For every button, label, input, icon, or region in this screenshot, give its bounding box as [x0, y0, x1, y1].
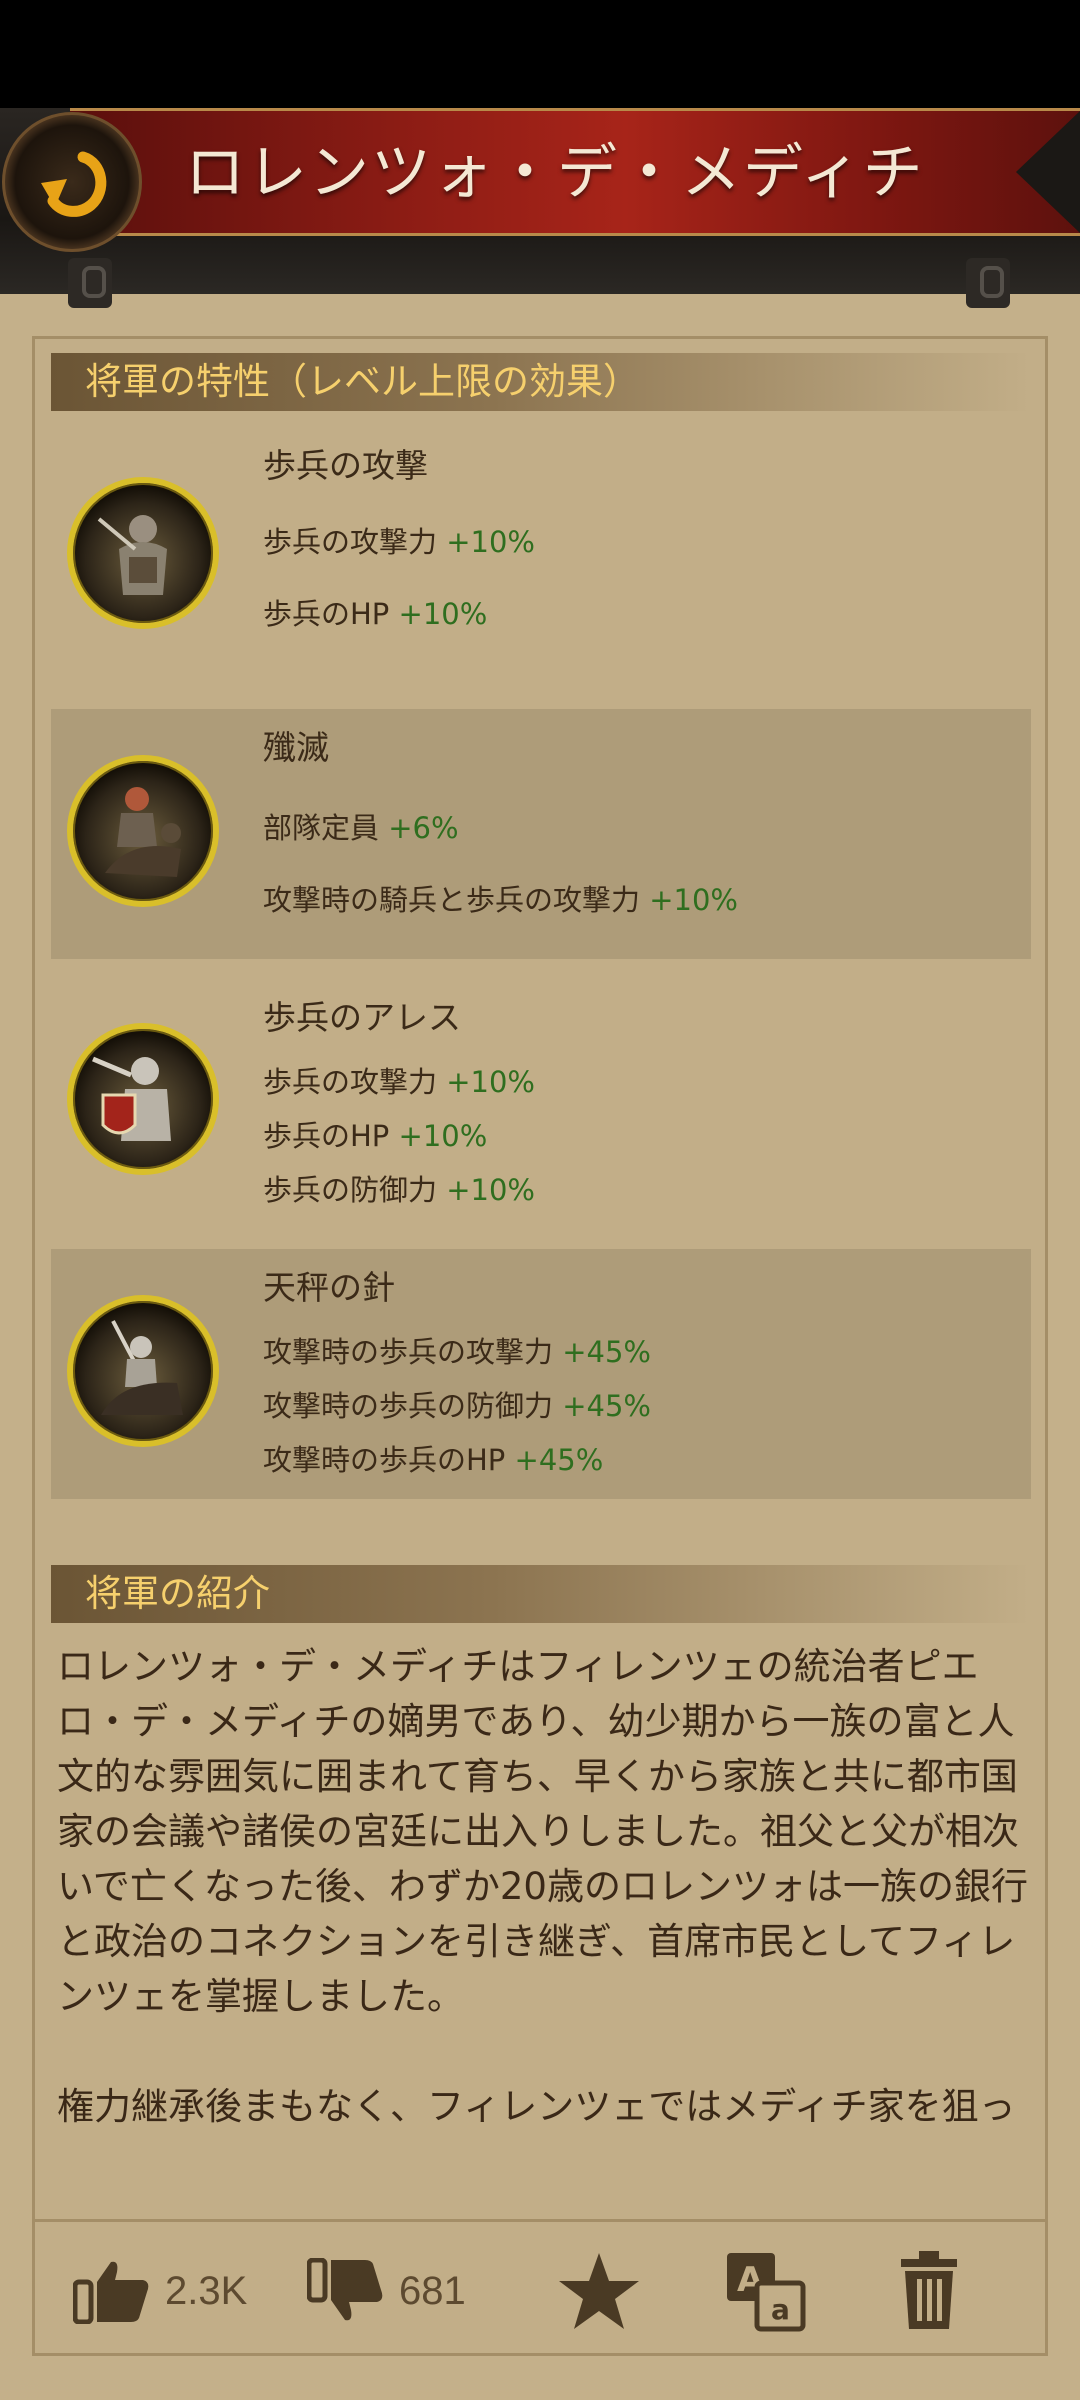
mounted-lancer-icon [101, 1320, 183, 1415]
general-detail-panel[interactable]: 将軍の特性（レベル上限の効果） 歩兵の攻撃 歩兵の攻撃力 +10% 歩兵のHP … [32, 336, 1048, 2356]
action-bar: 2.3K 681 A a [35, 2222, 1045, 2353]
back-arrow-icon [41, 151, 107, 217]
infantry-knight-icon [97, 515, 167, 595]
intro-section-title: 将軍の紹介 [85, 1572, 270, 1615]
trait-stat: 攻撃時の歩兵の防御力 +45% [263, 1389, 651, 1423]
trait-row: 歩兵のアレス 歩兵の攻撃力 +10% 歩兵のHP +10% 歩兵の防御力 +10… [51, 979, 1031, 1229]
trait-portrait [67, 1295, 219, 1447]
trash-icon [901, 2251, 957, 2329]
trait-row: 殲滅 部隊定員 +6% 攻撃時の騎兵と歩兵の攻撃力 +10% [51, 709, 1031, 959]
status-bar [0, 0, 1080, 108]
translate-icon: A a [727, 2253, 806, 2332]
armored-shield-knight-icon [92, 1056, 171, 1141]
cavalry-rider-icon [105, 787, 181, 877]
traits-section-header: 将軍の特性（レベル上限の効果） [51, 353, 1031, 411]
trait-portrait [67, 477, 219, 629]
like-count: 2.3K [165, 2268, 248, 2313]
traits-section-title: 将軍の特性（レベル上限の効果） [85, 360, 640, 403]
banner-hook-right [966, 258, 1010, 308]
back-button[interactable] [2, 112, 142, 252]
trait-stat: 歩兵のHP +10% [263, 1119, 488, 1153]
delete-button[interactable] [897, 2251, 961, 2329]
dislike-count: 681 [399, 2268, 466, 2313]
trait-row: 天秤の針 攻撃時の歩兵の攻撃力 +45% 攻撃時の歩兵の防御力 +45% 攻撃時… [51, 1249, 1031, 1499]
star-icon [559, 2253, 639, 2329]
trait-stat: 攻撃時の騎兵と歩兵の攻撃力 +10% [263, 883, 738, 917]
trait-name: 殲滅 [263, 728, 329, 767]
header: ロレンツォ・デ・メディチ [0, 108, 1080, 308]
intro-section-header: 将軍の紹介 [51, 1565, 1031, 1623]
trait-portrait [67, 1023, 219, 1175]
trait-name: 歩兵の攻撃 [263, 446, 428, 485]
trait-stat: 部隊定員 +6% [263, 811, 459, 845]
trait-stat: 歩兵の攻撃力 +10% [263, 1065, 535, 1099]
trait-stat: 攻撃時の歩兵の攻撃力 +45% [263, 1335, 651, 1369]
page-title: ロレンツォ・デ・メディチ [185, 138, 925, 208]
like-button[interactable]: 2.3K [73, 2256, 247, 2326]
trait-stat: 攻撃時の歩兵のHP +45% [263, 1443, 604, 1477]
translate-button[interactable]: A a [723, 2253, 807, 2332]
trait-stat: 歩兵の攻撃力 +10% [263, 525, 535, 559]
banner-hook-left [68, 258, 112, 308]
title-banner: ロレンツォ・デ・メディチ [70, 108, 1080, 236]
dislike-button[interactable]: 681 [307, 2256, 466, 2326]
trait-row: 歩兵の攻撃 歩兵の攻撃力 +10% 歩兵のHP +10% [51, 419, 1031, 669]
trait-stat: 歩兵の防御力 +10% [263, 1173, 535, 1207]
thumbs-up-icon [73, 2261, 149, 2324]
banner-tail [1016, 111, 1080, 233]
favorite-button[interactable] [557, 2253, 641, 2329]
thumbs-down-icon [307, 2258, 383, 2321]
general-biography: ロレンツォ・デ・メディチはフィレンツェの統治者ピエロ・デ・メディチの嫡男であり、… [57, 1645, 1028, 2128]
trait-name: 歩兵のアレス [263, 998, 461, 1037]
trait-portrait [67, 755, 219, 907]
trait-name: 天秤の針 [263, 1268, 395, 1307]
svg-text:a: a [771, 2293, 790, 2326]
trait-stat: 歩兵のHP +10% [263, 597, 488, 631]
